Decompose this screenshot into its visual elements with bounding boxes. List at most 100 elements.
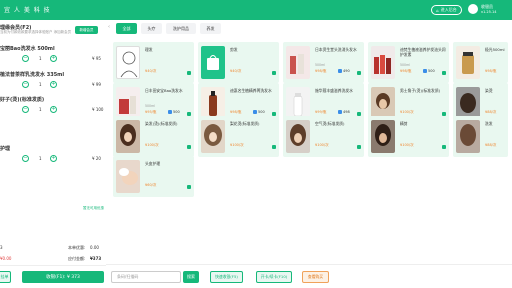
- product-card[interactable]: 梨花烫(标准发质) ¥100/次: [198, 116, 279, 157]
- add-icon[interactable]: [357, 145, 361, 149]
- discount-value: 0.00: [90, 245, 99, 250]
- add-icon[interactable]: [187, 185, 191, 189]
- product-card[interactable]: 头皮护理 ¥60/次: [113, 156, 194, 197]
- product-stock: 500: [253, 110, 265, 114]
- plus-button[interactable]: +: [50, 81, 57, 88]
- product-stock: 498: [338, 110, 350, 114]
- tab-care-products[interactable]: 洗护用品: [166, 23, 196, 34]
- add-icon[interactable]: [357, 71, 361, 75]
- product-price: ¥100/次: [400, 143, 414, 147]
- add-member-button[interactable]: 新增会员: [75, 26, 98, 34]
- category-tabs: 全部 头疗 洗护用品 养发: [106, 20, 512, 38]
- add-icon[interactable]: [442, 71, 446, 75]
- cart-item-qty[interactable]: 1: [39, 56, 42, 61]
- discount-label: 本单优惠:: [68, 245, 86, 250]
- product-card[interactable]: 空气烫(标准发质) ¥100/次: [283, 116, 364, 157]
- open-card-button[interactable]: 开卡/续卡(F10): [256, 271, 292, 283]
- stock-count: 500: [428, 69, 435, 73]
- product-card[interactable]: 染发(烫)(标准发质) ¥100/次: [113, 116, 194, 157]
- add-icon[interactable]: [187, 71, 191, 75]
- quick-checkout-button[interactable]: 快速收银(F5): [210, 271, 243, 283]
- product-name: 头皮护理: [145, 161, 161, 166]
- product-name: 洗发: [485, 121, 493, 126]
- tab-all[interactable]: 全部: [116, 23, 137, 34]
- shopping-bag-icon: [201, 46, 225, 79]
- product-card[interactable]: 极光500ml ¥98/瓶: [453, 42, 508, 83]
- product-name: 迪惠名生植精养菁洗发水: [230, 88, 272, 93]
- product-image: [116, 160, 140, 193]
- product-image: [371, 46, 395, 79]
- enter-admin-button[interactable]: ⌂ 进入后台: [431, 5, 462, 15]
- minus-button[interactable]: −: [22, 55, 29, 62]
- product-grid: 理发 ¥40/次 剪发 ¥40/次 日本资生堂头洗消头发水 500ml ¥98/…: [106, 38, 512, 264]
- product-price: ¥40/次: [145, 69, 157, 73]
- collapse-icon[interactable]: ‹: [108, 24, 115, 32]
- cart-item: 护理 − 1 + ¥ 20: [0, 145, 106, 171]
- product-name: 精剪: [400, 121, 408, 126]
- stock-icon: [338, 69, 342, 73]
- cart-item-qty[interactable]: 1: [39, 82, 42, 87]
- checkout-button[interactable]: 收银(F1): ¥ 373: [22, 271, 104, 283]
- product-price: ¥98/瓶: [315, 69, 327, 73]
- tab-hair-care[interactable]: 养发: [200, 23, 221, 34]
- product-name: 日丰田安宝Bao洗发水: [145, 88, 183, 93]
- product-image: [456, 46, 480, 79]
- product-price: ¥98/瓶: [230, 110, 242, 114]
- app-version: v1.25.14: [481, 10, 497, 14]
- order-actions: 挂单 收银(F1): ¥ 373: [0, 265, 106, 288]
- member-subtitle: 当前为付款收款要求选择体验账户 添加新会员: [0, 30, 72, 34]
- total-quantity: 3: [0, 245, 3, 250]
- product-card[interactable]: 日本资生堂头洗消头发水 500ml ¥98/瓶 490: [283, 42, 364, 83]
- minus-button[interactable]: −: [22, 81, 29, 88]
- view-purchases-button[interactable]: 查看购买: [302, 271, 329, 283]
- plus-button[interactable]: +: [50, 106, 57, 113]
- product-image: [116, 120, 140, 153]
- add-icon[interactable]: [187, 145, 191, 149]
- search-button[interactable]: 搜索: [183, 271, 199, 283]
- product-image: [201, 120, 225, 153]
- coupon-link[interactable]: 暂无可用优惠: [83, 206, 104, 211]
- product-name: 空气烫(标准发质): [315, 121, 345, 126]
- cart-item-name: 宝丽Bao洗发水 500ml: [0, 46, 55, 52]
- product-card[interactable]: 剪发 ¥40/次: [198, 42, 279, 83]
- add-icon[interactable]: [272, 145, 276, 149]
- add-icon[interactable]: [442, 145, 446, 149]
- cart-item-qty[interactable]: 1: [39, 156, 42, 161]
- total-value: ¥373: [90, 256, 102, 261]
- product-card[interactable]: 迪梵生植液滋养护发油头润护发素 500ml ¥98/瓶 500: [368, 42, 449, 83]
- product-card[interactable]: 洗发 ¥88/次: [453, 116, 508, 157]
- cart-item-qty[interactable]: 1: [39, 107, 42, 112]
- minus-button[interactable]: −: [22, 106, 29, 113]
- hang-order-button[interactable]: 挂单: [0, 271, 11, 283]
- plus-button[interactable]: +: [50, 155, 57, 162]
- stock-icon: [338, 110, 342, 114]
- product-price: ¥98/瓶: [485, 69, 497, 73]
- cart-item-name: 好子(烫)(标准发质): [0, 97, 45, 103]
- cart-item-price: ¥ 20: [92, 156, 101, 161]
- product-price: ¥100/次: [315, 143, 329, 147]
- minus-button[interactable]: −: [22, 155, 29, 162]
- tab-head-therapy[interactable]: 头疗: [141, 23, 162, 34]
- cart-item-name: 护理: [0, 146, 11, 152]
- cart-item: 植法普茶样乳洗发水 335ml − 1 + ¥ 99: [0, 71, 106, 97]
- product-spec: 500ml: [145, 104, 156, 108]
- barcode-search-input[interactable]: 条码/扫描码: [111, 271, 181, 283]
- product-price: ¥88/次: [485, 143, 497, 147]
- add-icon[interactable]: [272, 71, 276, 75]
- product-price: ¥60/次: [145, 183, 157, 187]
- product-card[interactable]: 精剪 ¥100/次: [368, 116, 449, 157]
- avatar[interactable]: [468, 4, 478, 14]
- app-logo: 宜 人 美 科 技: [4, 7, 51, 14]
- stock-count: 498: [343, 110, 350, 114]
- product-spec: 500ml: [315, 63, 326, 67]
- stock-count: 500: [173, 110, 180, 114]
- cart-item-price: ¥ 95: [92, 56, 101, 61]
- product-image: [286, 46, 310, 79]
- product-name: 理发: [145, 47, 153, 52]
- plus-button[interactable]: +: [50, 55, 57, 62]
- product-price: ¥100/次: [400, 110, 414, 114]
- product-name: 染烫: [485, 88, 493, 93]
- product-name: 染发(烫)(标准发质): [145, 121, 178, 126]
- product-price: ¥40/次: [230, 69, 242, 73]
- product-card[interactable]: 理发 ¥40/次: [113, 42, 194, 83]
